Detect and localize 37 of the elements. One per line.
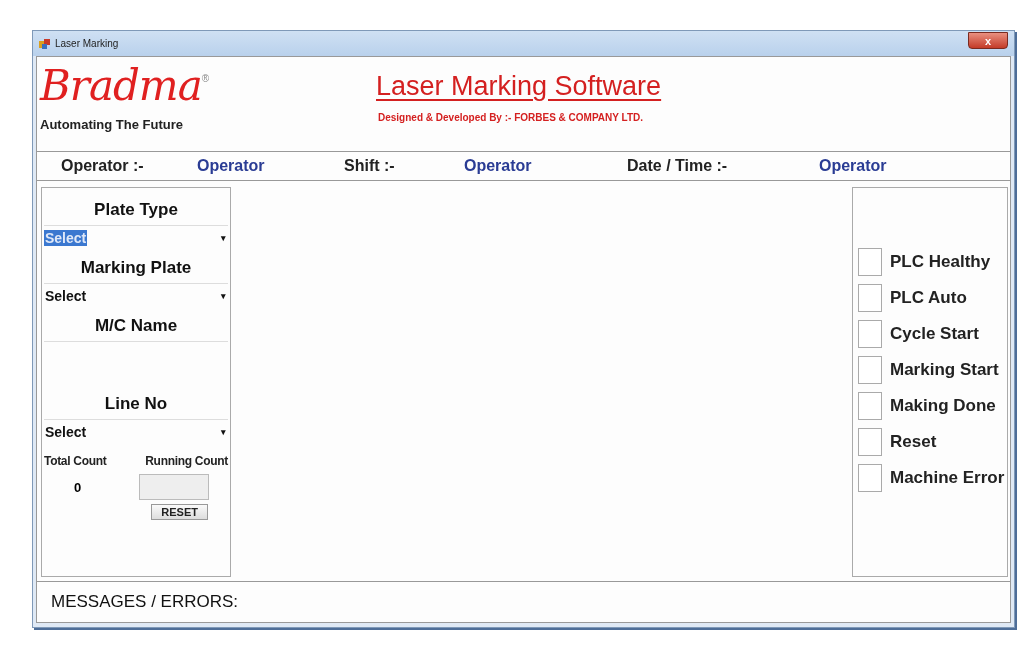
developer-credit: Designed & Developed By :- FORBES & COMPANY LTD.: [377, 112, 645, 123]
window-title: Laser Marking: [55, 38, 119, 49]
app-title: Laser Marking Software: [376, 71, 662, 102]
registered-mark: ®: [201, 73, 210, 84]
messages-label: MESSAGES / ERRORS:: [51, 592, 239, 612]
field-label: Marking Plate: [44, 250, 228, 284]
dropdown-arrow-icon: ▾: [221, 291, 226, 301]
indicator-label: Cycle Start: [890, 324, 979, 344]
info-label: Operator :-: [61, 157, 145, 175]
app-icon: [39, 37, 51, 50]
dropdown-arrow-icon: ▾: [221, 427, 226, 437]
close-button[interactable]: x: [968, 32, 1008, 49]
brand-logo: Bradma: [40, 60, 202, 112]
info-label: Shift :-: [344, 157, 396, 175]
indicator-label: PLC Healthy: [890, 252, 991, 272]
info-label: Date / Time :-: [627, 157, 729, 175]
info-value: Operator: [819, 157, 887, 175]
info-value: Operator: [464, 157, 532, 175]
count-label: Running Count: [145, 454, 228, 468]
dropdown[interactable]: Select ▾: [44, 420, 228, 444]
field-label: M/C Name: [44, 308, 228, 342]
reset-button[interactable]: RESET: [151, 504, 208, 520]
indicator-label: PLC Auto: [890, 288, 967, 308]
count-label: Total Count: [44, 454, 107, 468]
tagline: Automating The Future: [40, 117, 184, 132]
dropdown[interactable]: Select ▾: [44, 226, 228, 250]
indicator-label: Machine Error: [890, 468, 1005, 488]
indicator-label: Reset: [890, 432, 937, 452]
field-label: Line No: [44, 386, 228, 420]
indicator-label: Marking Start: [890, 360, 999, 380]
indicator-label: Making Done: [890, 396, 996, 416]
field-label: Plate Type: [44, 192, 228, 226]
info-value: Operator: [197, 157, 265, 175]
dropdown-arrow-icon: ▾: [221, 233, 226, 243]
running-count-field[interactable]: [139, 474, 209, 500]
dropdown[interactable]: Select ▾: [44, 284, 228, 308]
total-count-value: 0: [73, 479, 83, 495]
